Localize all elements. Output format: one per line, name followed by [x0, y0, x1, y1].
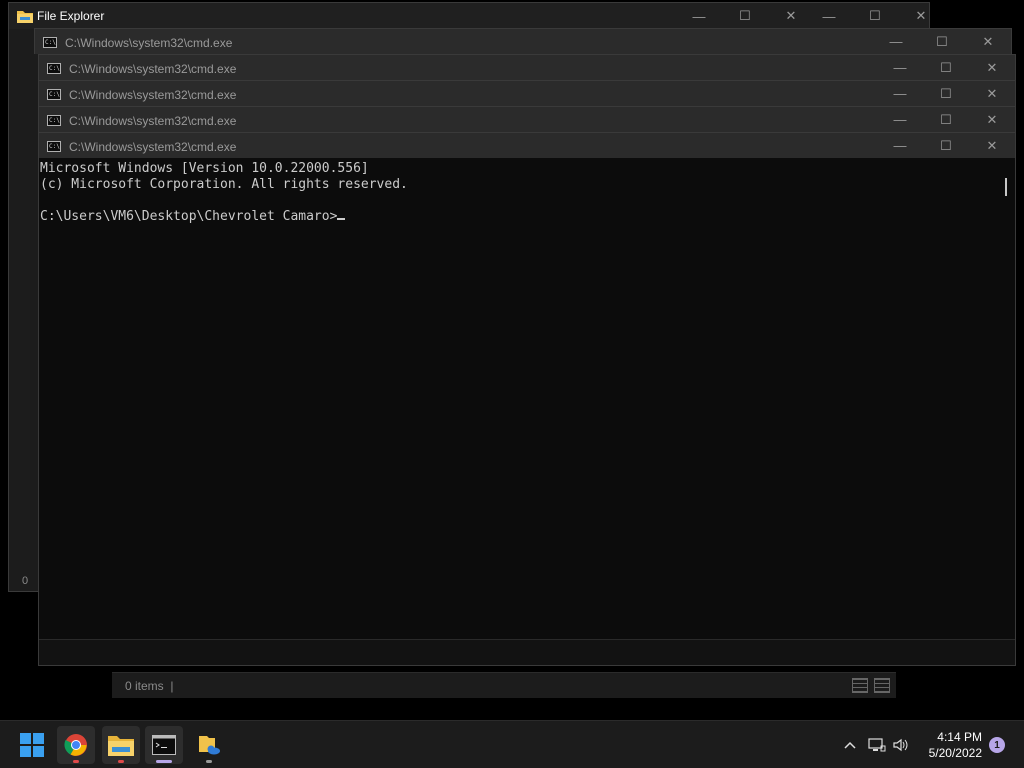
running-indicator [206, 760, 212, 763]
close-button[interactable]: ✕ [898, 3, 944, 29]
minimize-button[interactable]: — [877, 81, 923, 106]
cmd-console[interactable]: Microsoft Windows [Version 10.0.22000.55… [38, 158, 1016, 666]
maximize-button[interactable]: ☐ [852, 3, 898, 29]
onedrive-icon [199, 736, 220, 755]
maximize-button[interactable]: ☐ [923, 55, 969, 80]
tiles-view-icon[interactable] [874, 678, 890, 693]
running-indicator [118, 760, 124, 763]
maximize-button[interactable]: ☐ [923, 81, 969, 106]
cmd-icon: C:\ [47, 141, 61, 152]
maximize-button[interactable]: ☐ [722, 3, 768, 29]
taskbar: 4:14 PM 5/20/2022 1 [0, 720, 1024, 768]
cmd-window-title: C:\Windows\system32\cmd.exe [65, 36, 233, 50]
cmd-icon: C:\ [43, 37, 57, 48]
windows-logo-icon [20, 733, 44, 757]
file-explorer-statusbar: 0 items | [112, 672, 896, 698]
onedrive-folder-button[interactable] [190, 726, 228, 764]
cmd-icon: C:\ [47, 115, 61, 126]
maximize-button[interactable]: ☐ [919, 29, 965, 54]
console-bottom-bar [39, 639, 1015, 665]
view-toggle [852, 678, 890, 693]
start-button[interactable] [13, 726, 51, 764]
clock[interactable]: 4:14 PM 5/20/2022 [929, 729, 982, 761]
clock-date: 5/20/2022 [928, 746, 982, 760]
file-explorer-button[interactable] [102, 726, 140, 764]
file-explorer-title: File Explorer [37, 9, 105, 23]
close-button[interactable]: ✕ [965, 29, 1011, 54]
folder-icon [108, 736, 134, 756]
cmd-window-title: C:\Windows\system32\cmd.exe [69, 140, 237, 154]
network-icon[interactable] [866, 721, 888, 768]
cmd-icon: C:\ [47, 89, 61, 100]
close-button[interactable]: ✕ [969, 107, 1015, 132]
minimize-button[interactable]: — [877, 107, 923, 132]
minimize-button[interactable]: — [877, 55, 923, 80]
chevron-up-icon [844, 741, 856, 749]
console-line: (c) Microsoft Corporation. All rights re… [40, 177, 408, 192]
cmd-window-title: C:\Windows\system32\cmd.exe [69, 88, 237, 102]
minimize-button[interactable]: — [877, 133, 923, 158]
cmd-icon [152, 735, 176, 755]
vertical-scrollbar[interactable] [1005, 178, 1007, 196]
cmd-window-titlebar[interactable]: C:\ C:\Windows\system32\cmd.exe — ☐ ✕ [38, 106, 1016, 132]
show-hidden-icons-button[interactable] [838, 721, 862, 768]
minimize-button[interactable]: — [676, 3, 722, 29]
cmd-window-titlebar-active[interactable]: C:\ C:\Windows\system32\cmd.exe — ☐ ✕ [38, 132, 1016, 158]
cmd-window-titlebar[interactable]: C:\ C:\Windows\system32\cmd.exe — ☐ ✕ [34, 28, 1012, 54]
chrome-icon [64, 734, 87, 756]
folder-icon [17, 11, 33, 23]
cmd-window-title: C:\Windows\system32\cmd.exe [69, 114, 237, 128]
cmd-button[interactable] [145, 726, 183, 764]
cmd-window-titlebar[interactable]: C:\ C:\Windows\system32\cmd.exe — ☐ ✕ [38, 80, 1016, 106]
details-view-icon[interactable] [852, 678, 868, 693]
minimize-button[interactable]: — [806, 3, 852, 29]
status-items-count: 0 items | [125, 679, 174, 693]
clock-time: 4:14 PM [937, 730, 982, 744]
item-count: 0 [22, 575, 29, 587]
chrome-button[interactable] [57, 726, 95, 764]
close-button[interactable]: ✕ [969, 81, 1015, 106]
cmd-window-titlebar[interactable]: C:\ C:\Windows\system32\cmd.exe — ☐ ✕ [38, 54, 1016, 80]
active-indicator [156, 760, 172, 763]
running-indicator [73, 760, 79, 763]
notification-badge[interactable]: 1 [989, 737, 1005, 753]
volume-icon[interactable] [890, 721, 912, 768]
maximize-button[interactable]: ☐ [923, 107, 969, 132]
maximize-button[interactable]: ☐ [923, 133, 969, 158]
console-prompt: C:\Users\VM6\Desktop\Chevrolet Camaro> [40, 209, 338, 224]
console-line: Microsoft Windows [Version 10.0.22000.55… [40, 161, 369, 176]
close-button[interactable]: ✕ [969, 133, 1015, 158]
minimize-button[interactable]: — [873, 29, 919, 54]
text-cursor [337, 218, 346, 220]
close-button[interactable]: ✕ [969, 55, 1015, 80]
console-output[interactable]: Microsoft Windows [Version 10.0.22000.55… [40, 161, 408, 225]
cmd-window-title: C:\Windows\system32\cmd.exe [69, 62, 237, 76]
cmd-icon: C:\ [47, 63, 61, 74]
file-explorer-titlebar[interactable]: File Explorer — ☐ ✕ — ☐ ✕ [9, 3, 929, 29]
